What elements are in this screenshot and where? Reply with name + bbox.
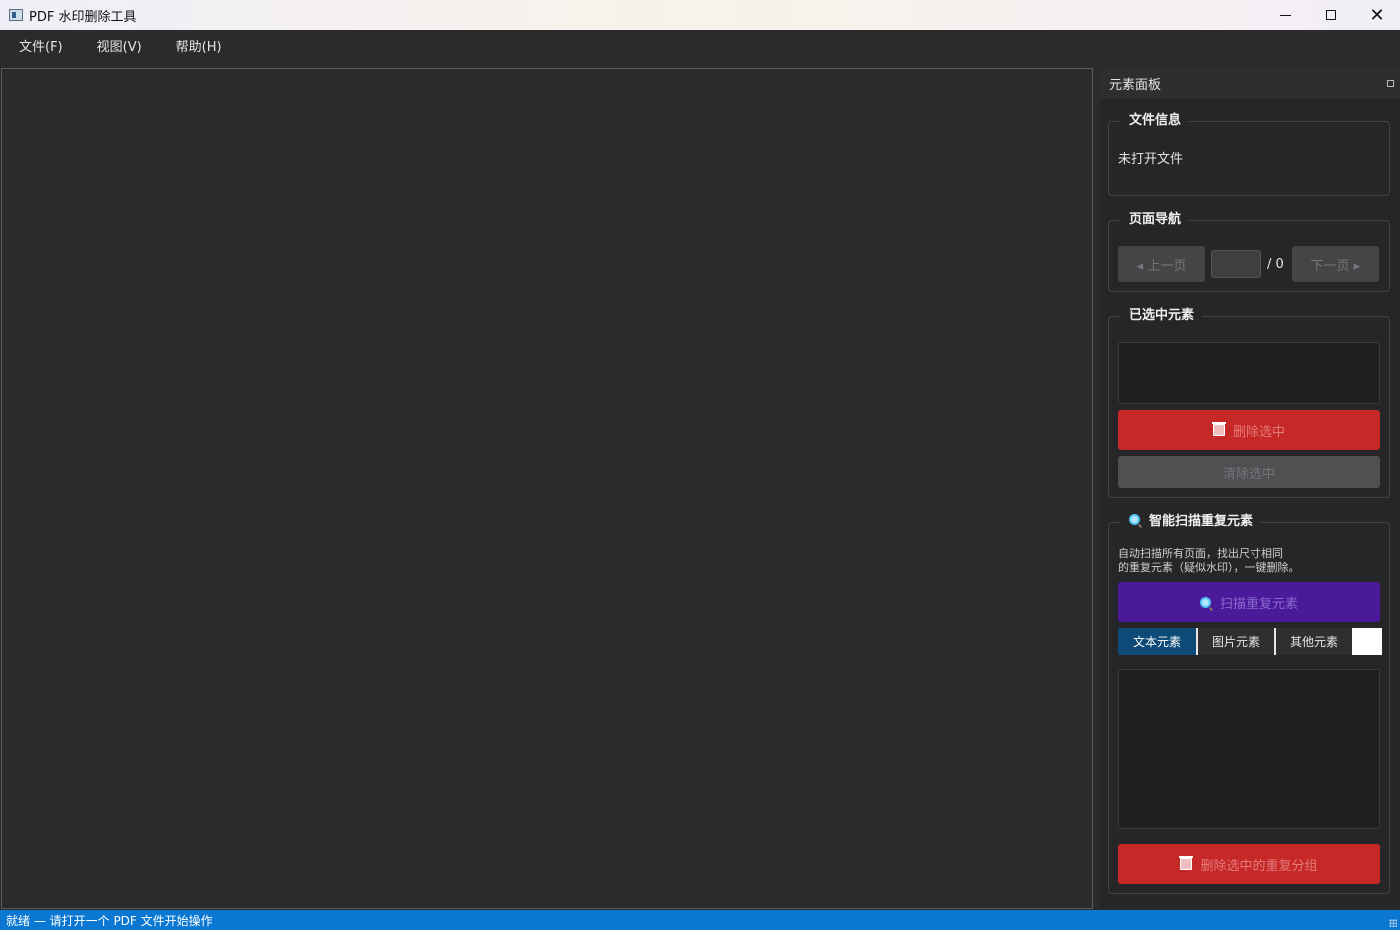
menu-file[interactable]: 文件(F) — [8, 34, 74, 62]
pdf-canvas[interactable] — [1, 68, 1093, 909]
maximize-button[interactable] — [1308, 0, 1354, 30]
window-title: PDF 水印删除工具 — [29, 9, 137, 25]
close-icon: ✕ — [1369, 4, 1385, 26]
magnifier-icon — [1129, 514, 1140, 525]
panel-header: 元素面板 — [1100, 68, 1400, 99]
menu-help[interactable]: 帮助(H) — [165, 34, 233, 62]
delete-selected-button[interactable]: 删除选中 — [1118, 410, 1380, 450]
status-bar: 就绪 — 请打开一个 PDF 文件开始操作 — [0, 910, 1400, 930]
tab-bar-filler — [1352, 628, 1382, 655]
trash-icon — [1179, 856, 1194, 870]
scan-description-line1: 自动扫描所有页面，找出尺寸相同 — [1118, 547, 1283, 560]
file-info-group: 文件信息 未打开文件 — [1108, 113, 1390, 196]
minimize-icon — [1279, 14, 1291, 16]
page-number-input[interactable] — [1211, 250, 1261, 278]
page-nav-title: 页面导航 — [1121, 212, 1190, 228]
status-text: 就绪 — 请打开一个 PDF 文件开始操作 — [6, 913, 213, 928]
close-button[interactable]: ✕ — [1354, 0, 1400, 30]
trash-icon — [1211, 422, 1226, 436]
scan-description: 自动扫描所有页面，找出尺寸相同 的重复元素（疑似水印），一键删除。 — [1118, 547, 1300, 575]
page-total: / 0 — [1267, 256, 1284, 272]
page-nav-group: 页面导航 ◂ 上一页 / 0 下一页 ▸ — [1108, 212, 1390, 292]
tab-other-elements[interactable]: 其他元素 — [1274, 628, 1352, 655]
clear-selection-button[interactable]: 清除选中 — [1118, 456, 1380, 488]
selected-elements-title: 已选中元素 — [1121, 308, 1203, 324]
duplicate-groups-list[interactable] — [1118, 669, 1380, 829]
selected-elements-list[interactable] — [1118, 342, 1380, 404]
element-type-tabs: 文本元素 图片元素 其他元素 — [1118, 628, 1382, 655]
tab-text-elements[interactable]: 文本元素 — [1118, 628, 1196, 655]
magnifier-icon — [1199, 596, 1211, 608]
delete-duplicate-group-label: 删除选中的重复分组 — [1200, 858, 1318, 874]
title-bar: PDF 水印删除工具 ✕ — [0, 0, 1400, 30]
scan-description-line2: 的重复元素（疑似水印），一键删除。 — [1118, 561, 1300, 574]
file-status-text: 未打开文件 — [1118, 152, 1184, 167]
smart-scan-title: 智能扫描重复元素 — [1121, 514, 1262, 530]
scan-duplicates-label: 扫描重复元素 — [1219, 596, 1298, 612]
smart-scan-title-text: 智能扫描重复元素 — [1149, 514, 1254, 529]
tab-image-elements[interactable]: 图片元素 — [1196, 628, 1274, 655]
menu-view[interactable]: 视图(V) — [86, 34, 153, 62]
element-panel: 元素面板 文件信息 未打开文件 页面导航 ◂ 上一页 / 0 下一页 ▸ 已选中… — [1100, 68, 1400, 909]
app-icon — [9, 9, 23, 21]
smart-scan-group: 智能扫描重复元素 自动扫描所有页面，找出尺寸相同 的重复元素（疑似水印），一键删… — [1108, 514, 1390, 894]
page-nav-row: ◂ 上一页 / 0 下一页 ▸ — [1118, 246, 1379, 282]
window-controls: ✕ — [1262, 0, 1400, 30]
float-panel-icon[interactable] — [1387, 80, 1394, 87]
delete-duplicate-group-button[interactable]: 删除选中的重复分组 — [1118, 844, 1380, 884]
next-page-button[interactable]: 下一页 ▸ — [1291, 246, 1379, 282]
scan-duplicates-button[interactable]: 扫描重复元素 — [1118, 582, 1380, 622]
selected-elements-group: 已选中元素 删除选中 清除选中 — [1108, 308, 1390, 498]
file-info-title: 文件信息 — [1121, 113, 1190, 129]
maximize-icon — [1326, 10, 1336, 20]
menu-bar: 文件(F) 视图(V) 帮助(H) — [0, 30, 1400, 66]
resize-grip-icon[interactable] — [1389, 919, 1397, 927]
minimize-button[interactable] — [1262, 0, 1308, 30]
delete-selected-label: 删除选中 — [1232, 424, 1285, 440]
prev-page-button[interactable]: ◂ 上一页 — [1118, 246, 1205, 282]
panel-title: 元素面板 — [1109, 78, 1162, 93]
